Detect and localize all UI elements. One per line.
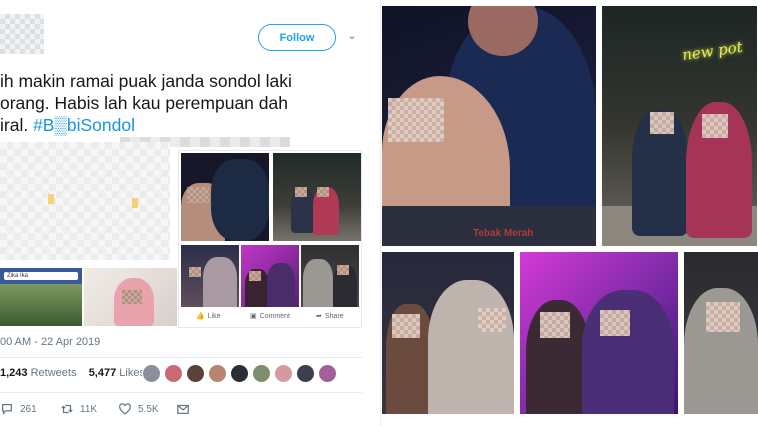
reply-icon — [2, 404, 12, 415]
blur-artifact — [48, 194, 54, 204]
photo-thumb-bottom-3[interactable] — [301, 245, 359, 307]
blurred-face — [392, 314, 420, 338]
blurred-face — [540, 312, 570, 338]
tweet-line-2: orang. Habis lah kau perempuan dah — [0, 93, 288, 113]
comment-icon: ▣ — [250, 313, 257, 320]
tweet-card: Follow ⌄ ih makin ramai puak janda sondo… — [0, 0, 375, 426]
fb-search-bar: Zika Ika — [4, 272, 78, 280]
neon-sign-text: new pot — [681, 37, 744, 65]
divider — [0, 357, 362, 358]
avatar[interactable] — [296, 364, 315, 383]
reply-count: 261 — [20, 403, 37, 415]
retweet-button[interactable]: 11K — [60, 402, 118, 416]
blurred-face — [702, 114, 728, 138]
embedded-post[interactable] — [178, 150, 362, 328]
blurred-face — [388, 98, 444, 142]
like-action-count: 5.5K — [138, 403, 159, 415]
tweet-line-3: iral. — [0, 115, 34, 135]
blurred-face — [650, 112, 674, 134]
hashtag-link[interactable]: #B▒biSondol — [33, 115, 135, 135]
avatar[interactable] — [142, 364, 161, 383]
photo-thumb-selfie[interactable] — [181, 153, 269, 241]
post-like-button[interactable]: 👍 Like — [196, 312, 221, 321]
blurred-face — [600, 310, 630, 336]
post-comment-label: Comment — [259, 312, 290, 320]
retweets-label: Retweets — [30, 367, 77, 379]
photo-thumb-bottom-2[interactable] — [241, 245, 299, 307]
retweet-icon — [61, 404, 73, 414]
retweet-count[interactable]: 1,243 — [0, 367, 28, 379]
avatar[interactable] — [252, 364, 271, 383]
tweet-stats: 1,243 Retweets 5,477 Likes — [0, 367, 145, 379]
collage-photo-couple[interactable]: new pot — [602, 6, 757, 246]
facebook-screenshot-thumb[interactable]: Zika Ika — [0, 268, 82, 326]
blur-artifact — [132, 198, 138, 208]
tweet-text: ih makin ramai puak janda sondol laki or… — [0, 70, 370, 136]
envelope-icon — [177, 404, 189, 414]
watermark-text: Tebak Merah — [473, 228, 534, 239]
retweet-action-count: 11K — [80, 403, 98, 415]
blurred-face — [706, 302, 740, 332]
avatar[interactable] — [274, 364, 293, 383]
collage-photo-bottom-2[interactable] — [520, 252, 678, 414]
post-share-label: Share — [324, 312, 344, 320]
avatar[interactable] — [208, 364, 227, 383]
blurred-face — [478, 308, 506, 332]
heart-icon — [119, 403, 131, 415]
photo-collage: new pot Tebak Merah — [380, 0, 758, 426]
reply-button[interactable]: 261 — [0, 402, 60, 416]
blurred-media-preview[interactable] — [0, 142, 170, 260]
post-comment-button[interactable]: ▣ Comment — [250, 312, 290, 321]
likers-avatars[interactable] — [142, 364, 337, 383]
chevron-down-icon[interactable]: ⌄ — [346, 30, 358, 42]
photo-thumb-bottom-1[interactable] — [181, 245, 239, 307]
tweet-line-1: ih makin ramai puak janda sondol laki — [0, 71, 292, 91]
avatar[interactable] — [186, 364, 205, 383]
thumbs-up-icon: 👍 — [196, 313, 205, 320]
post-share-button[interactable]: ➦ Share — [316, 312, 344, 321]
collage-photo-bottom-1[interactable] — [382, 252, 514, 414]
blurred-user-avatar[interactable] — [0, 14, 44, 54]
like-button[interactable]: 5.5K — [118, 402, 176, 416]
post-like-label: Like — [207, 312, 221, 320]
like-count[interactable]: 5,477 — [89, 367, 117, 379]
photo-thumb-hijab[interactable] — [84, 268, 177, 326]
divider — [0, 392, 362, 393]
collage-photo-selfie[interactable] — [382, 6, 596, 246]
tweet-actions: 261 11K 5.5K — [0, 402, 190, 416]
share-icon: ➦ — [316, 313, 322, 320]
follow-button[interactable]: Follow — [258, 24, 336, 51]
collage-photo-bottom-3[interactable] — [684, 252, 758, 414]
tweet-timestamp[interactable]: 00 AM - 22 Apr 2019 — [0, 336, 100, 348]
message-button[interactable] — [176, 402, 190, 416]
photo-thumb-couple[interactable] — [273, 153, 361, 241]
avatar[interactable] — [318, 364, 337, 383]
avatar[interactable] — [230, 364, 249, 383]
avatar[interactable] — [164, 364, 183, 383]
